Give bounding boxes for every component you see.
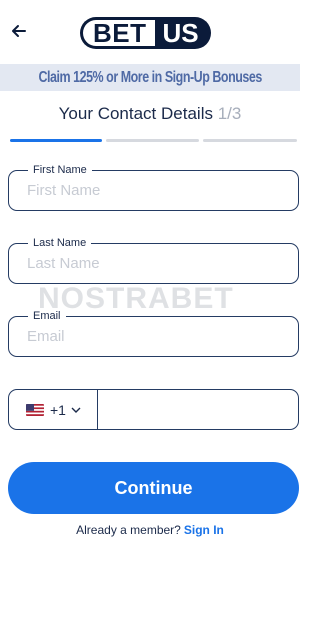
last-name-placeholder: Last Name (27, 255, 100, 272)
top-bar: BET US (0, 0, 300, 64)
phone-field: +1 (8, 389, 301, 431)
watermark: NOSTRABET (38, 282, 234, 315)
us-flag-icon (26, 403, 44, 416)
first-name-label: First Name (28, 164, 92, 176)
progress-segment-3 (203, 139, 297, 142)
country-code-select[interactable]: +1 (9, 390, 98, 429)
sign-in-link[interactable]: Sign In (184, 523, 224, 537)
sign-in-prompt-text: Already a member? (76, 523, 181, 537)
phone-number-input[interactable] (99, 390, 301, 431)
sign-in-prompt: Already a member? Sign In (0, 523, 300, 537)
progress-segment-1 (10, 139, 102, 142)
arrow-left-icon[interactable] (8, 20, 30, 42)
betus-logo: BET US (80, 16, 227, 50)
continue-button[interactable]: Continue (8, 462, 299, 514)
chevron-down-icon (71, 407, 81, 413)
progress-segment-2 (106, 139, 199, 142)
logo-bet-text: BET (80, 17, 155, 49)
country-code-value: +1 (50, 401, 66, 418)
first-name-field[interactable]: First Name First Name (8, 164, 299, 211)
promo-banner[interactable]: Claim 125% or More in Sign-Up Bonuses (0, 64, 300, 91)
promo-text: Claim 125% or More in Sign-Up Bonuses (38, 68, 262, 86)
last-name-label: Last Name (28, 237, 92, 249)
email-field[interactable]: Email Email (8, 310, 299, 357)
email-placeholder: Email (27, 328, 65, 345)
step-title-text: Your Contact Details (58, 104, 213, 123)
logo-us-text: US (154, 17, 211, 49)
step-count: 1/3 (217, 104, 242, 123)
step-title: Your Contact Details 1/3 (0, 104, 300, 124)
first-name-placeholder: First Name (27, 182, 101, 199)
email-label: Email (28, 310, 66, 322)
last-name-field[interactable]: Last Name Last Name (8, 237, 299, 284)
